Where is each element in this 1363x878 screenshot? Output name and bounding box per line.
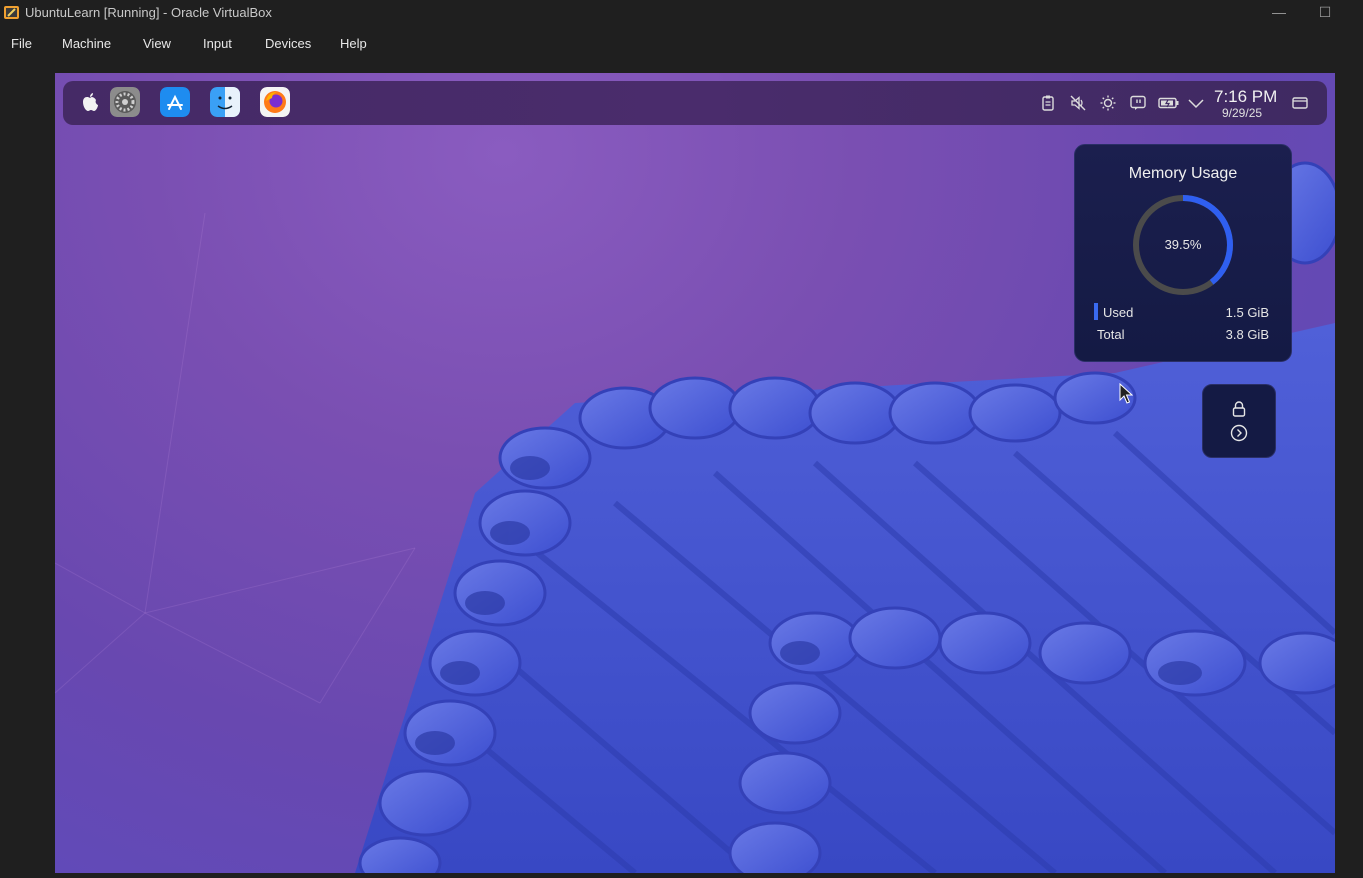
system-settings-icon[interactable]: [110, 87, 140, 117]
brightness-icon[interactable]: [1099, 94, 1117, 112]
vm-display[interactable]: 7:16 PM 9/29/25 Memory Usage 39.5% Used …: [55, 73, 1335, 873]
memory-usage-widget[interactable]: Memory Usage 39.5% Used 1.5 GiB Total 3.…: [1074, 144, 1292, 362]
menu-machine[interactable]: Machine: [62, 36, 111, 51]
menu-help[interactable]: Help: [340, 36, 367, 51]
maximize-button[interactable]: ☐: [1302, 0, 1348, 26]
clock-time[interactable]: 7:16 PM: [1214, 87, 1277, 107]
used-color-indicator: [1094, 303, 1098, 320]
desktop-icon[interactable]: [1291, 94, 1309, 112]
mouse-cursor-icon: [1119, 383, 1133, 404]
lock-widget: [1202, 384, 1276, 458]
minimize-button[interactable]: —: [1256, 0, 1302, 26]
menu-view[interactable]: View: [143, 36, 171, 51]
menu-input[interactable]: Input: [203, 36, 232, 51]
apple-icon[interactable]: [75, 87, 105, 117]
clipboard-icon[interactable]: [1039, 94, 1057, 112]
app-store-icon[interactable]: [160, 87, 190, 117]
clock-date[interactable]: 9/29/25: [1222, 106, 1262, 120]
battery-icon[interactable]: [1158, 94, 1180, 112]
window-title: UbuntuLearn [Running] - Oracle VirtualBo…: [25, 5, 272, 20]
arrow-right-circle-icon[interactable]: [1230, 424, 1248, 442]
firefox-icon[interactable]: [260, 87, 290, 117]
finder-icon[interactable]: [210, 87, 240, 117]
memory-percent: 39.5%: [1164, 237, 1202, 252]
top-panel: 7:16 PM 9/29/25: [63, 81, 1327, 125]
memory-used-row: Used 1.5 GiB: [1094, 303, 1269, 320]
window-titlebar: UbuntuLearn [Running] - Oracle VirtualBo…: [0, 0, 1363, 26]
volume-muted-icon[interactable]: [1069, 94, 1087, 112]
memory-widget-title: Memory Usage: [1128, 165, 1238, 182]
menu-file[interactable]: File: [11, 36, 32, 51]
memory-total-row: Total 3.8 GiB: [1097, 327, 1269, 342]
used-value: 1.5 GiB: [1225, 305, 1269, 320]
chat-icon[interactable]: [1129, 94, 1147, 112]
used-label: Used: [1103, 305, 1134, 320]
virtualbox-icon: [4, 6, 19, 19]
total-label: Total: [1097, 327, 1125, 342]
menu-devices[interactable]: Devices: [265, 36, 311, 51]
total-value: 3.8 GiB: [1225, 327, 1269, 342]
chevron-down-icon[interactable]: [1187, 94, 1205, 112]
lock-icon[interactable]: [1230, 400, 1248, 418]
